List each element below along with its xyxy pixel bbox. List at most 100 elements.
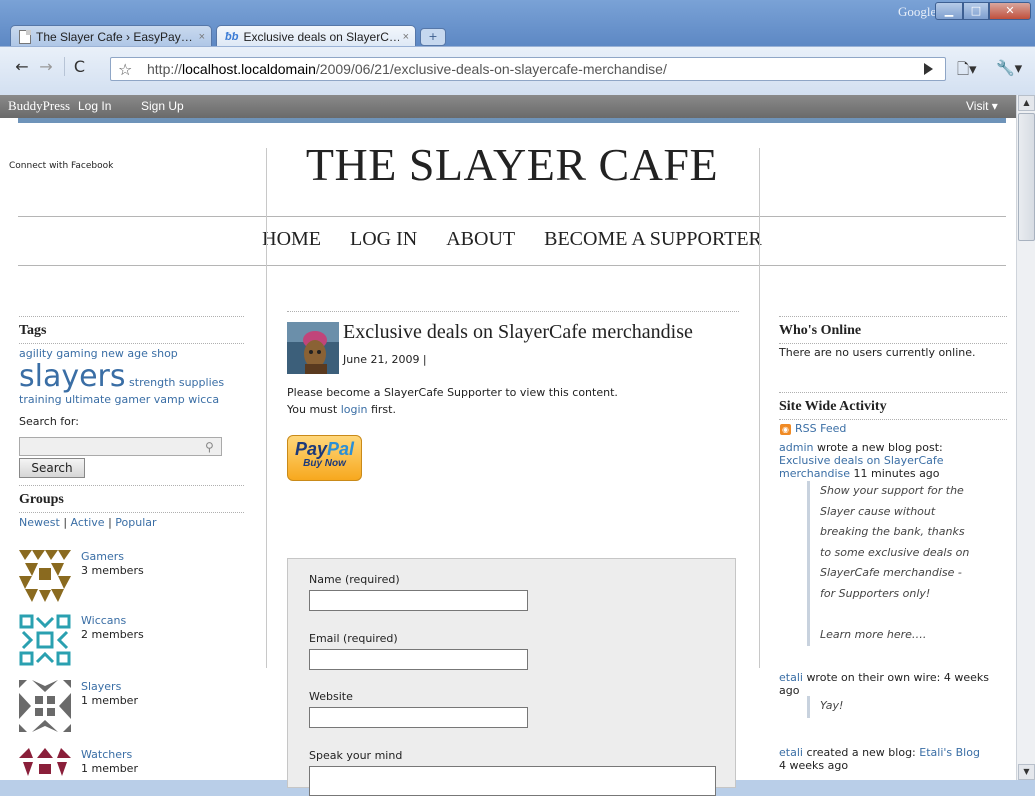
post-title[interactable]: Exclusive deals on SlayerCafe merchandis… [343, 321, 693, 344]
group-name-link[interactable]: Slayers [81, 680, 121, 693]
quote-line [820, 604, 997, 625]
nav-home[interactable]: HOME [262, 228, 321, 250]
scroll-up-arrow-icon[interactable]: ▲ [1018, 95, 1035, 111]
activity-user-link[interactable]: etali [779, 746, 803, 759]
activity-quote: Show your support for the Slayer cause w… [807, 481, 997, 646]
paypal-buy-now-button[interactable]: PayPal Buy Now [287, 435, 362, 481]
group-name-link[interactable]: Gamers [81, 550, 124, 563]
group-member-count: 2 members [81, 628, 144, 641]
quote-line: Show your support for the [820, 484, 964, 497]
activity-item: etali created a new blog: Etali's Blog 4… [779, 746, 999, 772]
email-label: Email (required) [309, 632, 398, 645]
admin-bar-signup-link[interactable]: Sign Up [141, 99, 184, 113]
group-avatar-slayers[interactable] [19, 680, 71, 732]
activity-action: wrote a new blog post: [816, 441, 943, 454]
groups-top-divider [19, 485, 244, 486]
scrollbar-thumb[interactable] [1018, 113, 1035, 241]
tab-title: Exclusive deals on SlayerC… [243, 29, 399, 44]
activity-top-divider [779, 392, 1007, 393]
tab-slayer-cafe[interactable]: The Slayer Cafe › EasyPay… × [10, 25, 212, 47]
bookmark-star-icon[interactable]: ☆ [118, 60, 132, 79]
admin-bar-visit-menu[interactable]: Visit ▾ [966, 99, 998, 113]
login-link[interactable]: login [341, 403, 368, 416]
page-menu-icon[interactable]: 🗋▾ [957, 59, 977, 84]
rss-icon[interactable]: ◉ [780, 424, 791, 435]
nav-become-supporter[interactable]: BECOME A SUPPORTER [544, 228, 762, 250]
maximize-button[interactable]: □ [963, 2, 989, 20]
page-scrollbar[interactable]: ▲ ▼ [1016, 95, 1035, 780]
groups-heading-divider [19, 512, 244, 513]
tag-slayers[interactable]: slayers [19, 359, 126, 394]
groups-newest-link[interactable]: Newest [19, 516, 60, 529]
quote-line: Slayer cause without [820, 504, 936, 518]
tab-close-icon[interactable]: × [199, 31, 205, 43]
quote-line: for Supporters only! [820, 586, 931, 600]
admin-bar-login-link[interactable]: Log In [78, 99, 111, 113]
header-divider [18, 216, 1006, 217]
facebook-connect-link[interactable]: Connect with Facebook [9, 161, 113, 171]
site-activity-heading: Site Wide Activity [779, 399, 887, 414]
author-avatar[interactable] [287, 322, 339, 374]
window-title-label: Google [898, 4, 937, 19]
reload-button[interactable]: C [64, 57, 90, 76]
forward-button[interactable]: → [36, 57, 56, 76]
quote-line: SlayerCafe merchandise - [820, 566, 962, 579]
tag-line[interactable]: training ultimate gamer vamp wicca [19, 392, 244, 408]
nav-divider [18, 265, 1006, 266]
groups-active-link[interactable]: Active [71, 516, 105, 529]
separator: | [63, 516, 68, 529]
group-name-link[interactable]: Watchers [81, 748, 132, 761]
learn-more-link[interactable]: Learn more here…. [820, 625, 997, 646]
email-field[interactable] [309, 649, 528, 670]
minimize-button[interactable]: ▁ [935, 2, 963, 20]
search-input[interactable] [19, 437, 222, 456]
comment-form: Name (required) Email (required) Website… [287, 558, 736, 796]
tags-heading: Tags [19, 323, 47, 338]
post-date: June 21, 2009 | [343, 353, 427, 366]
groups-popular-link[interactable]: Popular [115, 516, 156, 529]
group-item[interactable]: Watchers 1 member [19, 748, 244, 780]
group-item[interactable]: Slayers 1 member [19, 680, 244, 736]
nav-about[interactable]: ABOUT [446, 228, 515, 250]
group-item[interactable]: Wiccans 2 members [19, 614, 244, 670]
whos-online-text: There are no users currently online. [779, 346, 976, 359]
back-button[interactable]: ← [12, 57, 32, 76]
play-icon[interactable] [924, 63, 933, 75]
address-bar[interactable]: http://localhost.localdomain/2009/06/21/… [110, 57, 946, 81]
activity-action: wrote on their own wire: [806, 671, 941, 684]
group-item[interactable]: Gamers 3 members [19, 550, 244, 606]
buddypress-logo[interactable]: BuddyPress [8, 98, 70, 114]
group-avatar-wiccans[interactable] [19, 614, 71, 666]
visit-label: Visit [966, 99, 989, 113]
activity-time: 4 weeks ago [779, 759, 849, 772]
activity-blog-link[interactable]: Etali's Blog [919, 746, 980, 759]
rss-feed-link[interactable]: RSS Feed [795, 422, 846, 435]
group-avatar-gamers[interactable] [19, 550, 71, 602]
new-tab-button[interactable]: + [420, 28, 446, 46]
nav-login[interactable]: LOG IN [350, 228, 417, 250]
tag-line[interactable]: strength supplies [129, 376, 224, 389]
scroll-down-arrow-icon[interactable]: ▼ [1018, 764, 1035, 780]
post-body-text: first. [370, 403, 396, 416]
name-field[interactable] [309, 590, 528, 611]
search-button[interactable]: Search [19, 458, 85, 478]
comment-label: Speak your mind [309, 749, 403, 762]
activity-action: created a new blog: [806, 746, 916, 759]
website-field[interactable] [309, 707, 528, 728]
group-member-count: 3 members [81, 564, 144, 577]
site-title[interactable]: THE SLAYER CAFE [18, 138, 1006, 191]
group-filter-tabs: Newest | Active | Popular [19, 516, 157, 529]
close-window-button[interactable]: ✕ [989, 2, 1031, 20]
tab-close-icon[interactable]: × [403, 31, 409, 43]
group-name-link[interactable]: Wiccans [81, 614, 126, 627]
comment-textarea[interactable] [309, 766, 716, 796]
wrench-icon[interactable]: 🔧▾ [996, 59, 1022, 77]
group-avatar-watchers[interactable] [19, 748, 71, 780]
activity-user-link[interactable]: admin [779, 441, 813, 454]
tab-exclusive-deals[interactable]: ƀƅ Exclusive deals on SlayerC… × [216, 25, 416, 47]
header-strip [18, 118, 1006, 123]
activity-user-link[interactable]: etali [779, 671, 803, 684]
post-body-text: Please become a SlayerCafe Supporter to … [287, 386, 618, 399]
url-host: localhost.localdomain [182, 61, 316, 77]
left-column-divider [266, 148, 267, 668]
